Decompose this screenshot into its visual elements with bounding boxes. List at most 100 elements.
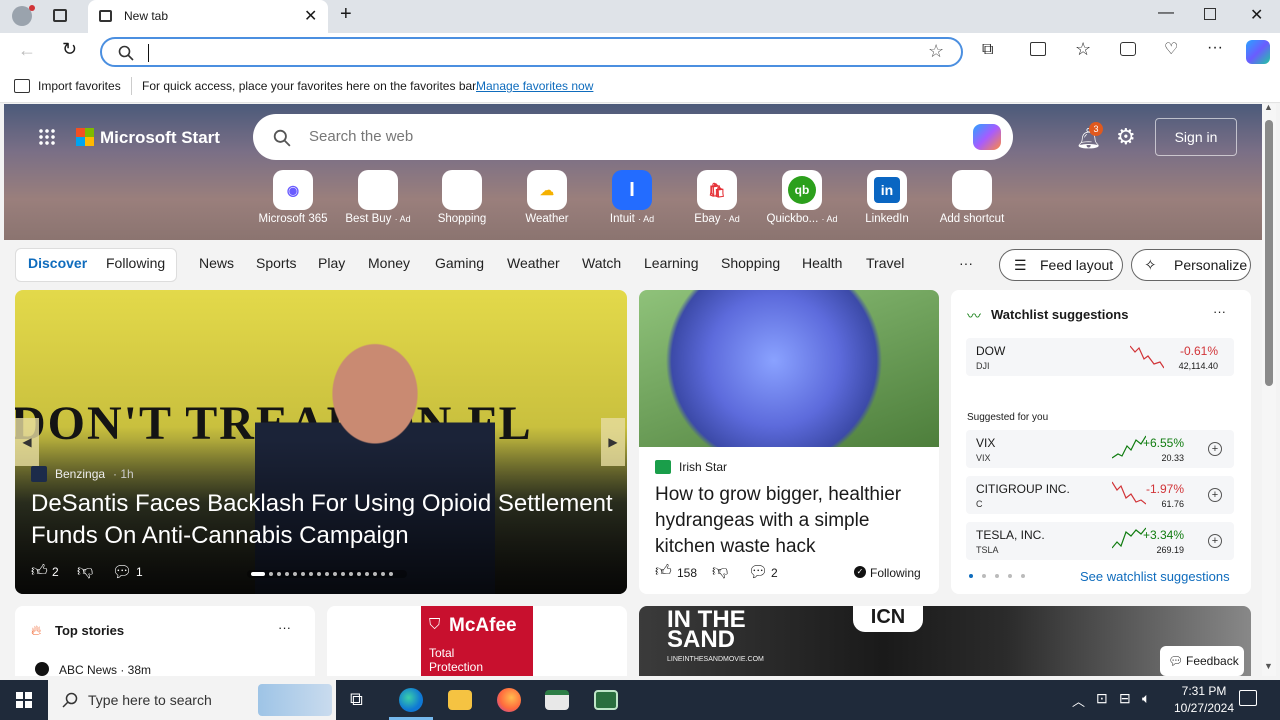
tab-actions-icon[interactable] <box>53 9 67 22</box>
tab-news[interactable]: News <box>199 255 234 271</box>
tab-new-tab[interactable]: New tab ✕ <box>88 0 328 33</box>
sign-in-button[interactable]: Sign in <box>1155 118 1237 156</box>
favorite-star-icon[interactable]: ☆ <box>928 41 944 62</box>
address-bar[interactable]: ☆ <box>100 37 963 67</box>
side-story-card[interactable]: Irish Star How to grow bigger, healthier… <box>639 290 939 594</box>
app-terminal-icon[interactable] <box>594 690 618 710</box>
more-categories-button[interactable]: ··· <box>959 255 973 271</box>
tab-watch[interactable]: Watch <box>582 255 621 271</box>
add-to-watchlist-button[interactable]: + <box>1208 488 1222 502</box>
import-favorites-button[interactable]: Import favorites <box>38 79 121 93</box>
shortcut-microsoft-365[interactable]: ◉ Microsoft 365 <box>253 170 333 225</box>
browser-essentials-icon[interactable]: ♡ <box>1164 39 1178 59</box>
like-icon[interactable]: 👍︎ <box>31 562 48 581</box>
page-scrollbar[interactable]: ▲ ▼ <box>1262 102 1276 676</box>
carousel-indicator[interactable] <box>247 570 407 578</box>
stock-row-dow[interactable]: DOW DJI -0.61% 42,114.40 <box>966 338 1234 376</box>
favorites-icon[interactable]: ☆ <box>1075 39 1091 60</box>
extensions-icon[interactable]: ⧉ <box>982 41 993 59</box>
promo-card-in-the-sand[interactable]: IN THE SAND LINEINTHESANDMOVIE.COM ICN 💬… <box>639 606 1251 676</box>
comment-icon[interactable]: 💬︎ <box>112 562 132 582</box>
close-window-button[interactable]: ✕ <box>1250 5 1263 25</box>
shortcut-ebay[interactable]: 🛍︎ Ebay · Ad <box>677 170 757 225</box>
web-search-box[interactable]: Search the web <box>253 114 1013 160</box>
tab-sports[interactable]: Sports <box>256 255 296 271</box>
tab-shopping[interactable]: Shopping <box>721 255 780 271</box>
carousel-next-button[interactable]: ▶ <box>601 418 625 466</box>
like-icon[interactable]: 👍︎ <box>655 562 672 581</box>
copilot-icon[interactable] <box>1246 40 1270 64</box>
split-screen-icon[interactable] <box>1030 42 1046 56</box>
shortcut-intuit[interactable]: I Intuit · Ad <box>592 170 672 225</box>
side-story-headline[interactable]: How to grow bigger, healthier hydrangeas… <box>655 482 927 560</box>
stock-row-tesla[interactable]: TESLA, INC. TSLA +3.34% 269.19 + <box>966 522 1234 560</box>
tab-weather[interactable]: Weather <box>507 255 560 271</box>
dislike-icon[interactable]: 👎︎ <box>77 562 93 581</box>
tab-travel[interactable]: Travel <box>866 255 904 271</box>
volume-icon[interactable]: 🔈︎ <box>1142 690 1150 707</box>
carousel-prev-button[interactable]: ◀ <box>15 418 39 466</box>
app-launcher-icon[interactable] <box>38 128 56 146</box>
tab-following[interactable]: Following <box>106 255 165 271</box>
feed-layout-button[interactable]: ☰ Feed layout <box>999 249 1123 281</box>
stock-row-vix[interactable]: VIX VIX +6.55% 20.33 + <box>966 430 1234 468</box>
tray-device-icon[interactable]: ⊡ <box>1096 690 1108 707</box>
notification-center-icon[interactable] <box>1239 690 1257 706</box>
following-label[interactable]: Following <box>870 566 921 580</box>
firefox-icon[interactable] <box>497 688 521 712</box>
main-story-headline[interactable]: DeSantis Faces Backlash For Using Opioid… <box>31 488 621 552</box>
shortcut-shopping[interactable]: 🏷︎ Shopping <box>422 170 502 225</box>
shortcut-weather[interactable]: ☁ Weather <box>507 170 587 225</box>
taskbar-search-box[interactable]: Type here to search <box>48 680 336 720</box>
file-explorer-icon[interactable] <box>448 690 472 710</box>
tray-overflow-icon[interactable]: ︿ <box>1072 691 1085 710</box>
tab-learning[interactable]: Learning <box>644 255 699 271</box>
network-icon[interactable]: ⊟ <box>1119 690 1131 707</box>
edge-taskbar-icon[interactable] <box>399 688 423 712</box>
main-story-card[interactable]: DON'T TREAD ON FL ◀ ▶ Benzinga · 1h DeSa… <box>15 290 627 594</box>
shortcut-add[interactable]: + Add shortcut <box>932 170 1012 225</box>
clock-date[interactable]: 10/27/2024 <box>1166 701 1242 715</box>
shortcut-linkedin[interactable]: in LinkedIn <box>847 170 927 225</box>
comment-icon[interactable]: 💬︎ <box>748 562 768 582</box>
task-view-icon[interactable]: ⧉ <box>350 689 363 710</box>
personalize-button[interactable]: ✧ Personalize <box>1131 249 1251 281</box>
watchlist-pager[interactable] <box>969 574 1029 578</box>
collections-icon[interactable] <box>1120 42 1136 56</box>
shortcut-best-buy[interactable]: BEST BUY Best Buy · Ad <box>338 170 418 225</box>
minimize-button[interactable]: — <box>1158 4 1174 22</box>
top-stories-more-button[interactable]: ··· <box>278 620 291 635</box>
clock-time[interactable]: 7:31 PM <box>1174 684 1234 698</box>
back-button[interactable]: ← <box>18 40 36 61</box>
tab-money[interactable]: Money <box>368 255 410 271</box>
stock-row-citigroup[interactable]: CITIGROUP INC. C -1.97% 61.76 + <box>966 476 1234 514</box>
restore-button[interactable] <box>1204 8 1216 20</box>
add-to-watchlist-button[interactable]: + <box>1208 442 1222 456</box>
brand-title[interactable]: Microsoft Start <box>100 128 220 148</box>
settings-gear-icon[interactable]: ⚙ <box>1116 124 1136 150</box>
tab-play[interactable]: Play <box>318 255 345 271</box>
settings-more-icon[interactable]: ··· <box>1207 39 1223 57</box>
copilot-search-icon[interactable] <box>973 124 1001 150</box>
scroll-down-arrow-icon[interactable]: ▼ <box>1264 661 1273 671</box>
windows-start-icon[interactable] <box>16 692 32 708</box>
tab-gaming[interactable]: Gaming <box>435 255 484 271</box>
app-window-icon[interactable] <box>545 690 569 710</box>
manage-favorites-link[interactable]: Manage favorites now <box>476 79 593 93</box>
feedback-button[interactable]: 💬︎ Feedback <box>1160 646 1244 676</box>
ad-card-mcafee[interactable]: ⛉ McAfee Total Protection <box>327 606 627 676</box>
scroll-up-arrow-icon[interactable]: ▲ <box>1264 102 1273 112</box>
shortcut-quickbooks[interactable]: qb Quickbo... · Ad <box>762 170 842 225</box>
tab-discover[interactable]: Discover <box>28 255 87 271</box>
close-tab-icon[interactable]: ✕ <box>304 6 317 26</box>
web-search-placeholder[interactable]: Search the web <box>309 128 413 145</box>
watchlist-more-button[interactable]: ··· <box>1213 304 1226 319</box>
see-watchlist-link[interactable]: See watchlist suggestions <box>1080 569 1230 584</box>
refresh-button[interactable]: ↻ <box>62 39 77 60</box>
add-to-watchlist-button[interactable]: + <box>1208 534 1222 548</box>
new-tab-button[interactable]: + <box>340 3 352 26</box>
tab-health[interactable]: Health <box>802 255 842 271</box>
scrollbar-thumb[interactable] <box>1265 120 1273 386</box>
dislike-icon[interactable]: 👎︎ <box>712 562 728 581</box>
address-input[interactable] <box>148 44 848 62</box>
